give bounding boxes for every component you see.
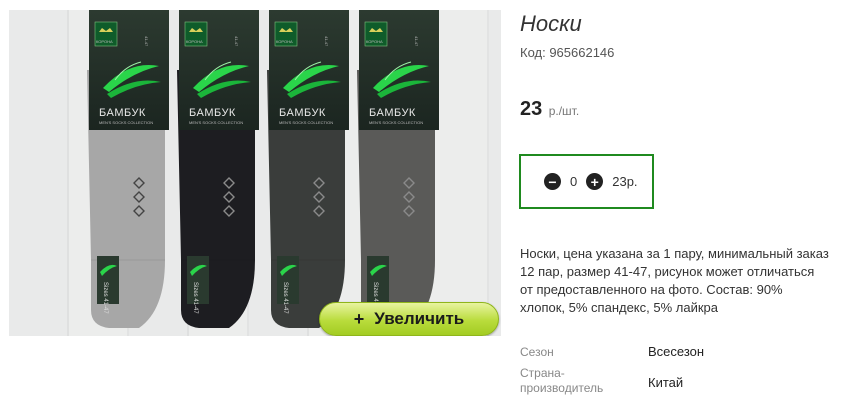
- quantity-total: 23р.: [612, 174, 638, 189]
- price-unit: р./шт.: [548, 104, 580, 118]
- svg-text:КОРОНА: КОРОНА: [276, 39, 293, 44]
- zoom-button[interactable]: + Увеличить: [319, 302, 499, 336]
- svg-text:БАМБУК: БАМБУК: [369, 107, 416, 119]
- property-value: Всесезон: [648, 344, 705, 359]
- svg-text:MEN'S SOCKS COLLECTION: MEN'S SOCKS COLLECTION: [279, 120, 333, 125]
- svg-text:41-47: 41-47: [414, 36, 419, 47]
- quantity-value[interactable]: 0: [570, 174, 577, 189]
- svg-text:MEN'S SOCKS COLLECTION: MEN'S SOCKS COLLECTION: [369, 120, 423, 125]
- svg-text:Sizes 41-47: Sizes 41-47: [102, 282, 108, 314]
- svg-text:41-47: 41-47: [324, 36, 329, 47]
- property-key: Сезон: [520, 345, 554, 359]
- property-key: Страна- производитель: [520, 366, 604, 395]
- sock-pack: КОРОНА 41-47 БАМБУК MEN'S SOCKS COLLECTION S…: [339, 10, 449, 336]
- price: 23 р./шт.: [520, 98, 579, 121]
- product-title: Носки: [520, 11, 582, 36]
- svg-text:41-47: 41-47: [144, 36, 149, 47]
- quantity-stepper: − 0 + 23р.: [519, 154, 654, 209]
- minus-circle-icon[interactable]: −: [544, 173, 561, 190]
- svg-text:БАМБУК: БАМБУК: [189, 107, 236, 119]
- svg-text:БАМБУК: БАМБУК: [99, 107, 146, 119]
- product-photo[interactable]: КОРОНА 41-47 БАМБУК MEN'S SOCKS COLLECTION S…: [9, 10, 501, 336]
- property-value: Китай: [648, 375, 684, 390]
- svg-text:MEN'S SOCKS COLLECTION: MEN'S SOCKS COLLECTION: [189, 120, 243, 125]
- svg-text:КОРОНА: КОРОНА: [96, 39, 113, 44]
- zoom-label: Увеличить: [374, 309, 465, 328]
- svg-text:КОРОНА: КОРОНА: [366, 39, 383, 44]
- plus-icon: +: [353, 308, 365, 329]
- svg-text:КОРОНА: КОРОНА: [186, 39, 203, 44]
- svg-text:БАМБУК: БАМБУК: [279, 107, 326, 119]
- plus-circle-icon[interactable]: +: [586, 173, 604, 190]
- product-code: Код: 965662146: [520, 45, 615, 60]
- product-description: Носки, цена указана за 1 пару, минимальн…: [520, 246, 829, 315]
- svg-text:Sizes 41-47: Sizes 41-47: [282, 282, 288, 314]
- svg-text:Sizes 41-47: Sizes 41-47: [192, 282, 198, 314]
- svg-text:MEN'S SOCKS COLLECTION: MEN'S SOCKS COLLECTION: [99, 120, 153, 125]
- svg-text:41-47: 41-47: [234, 36, 239, 47]
- price-value: 23: [520, 98, 543, 120]
